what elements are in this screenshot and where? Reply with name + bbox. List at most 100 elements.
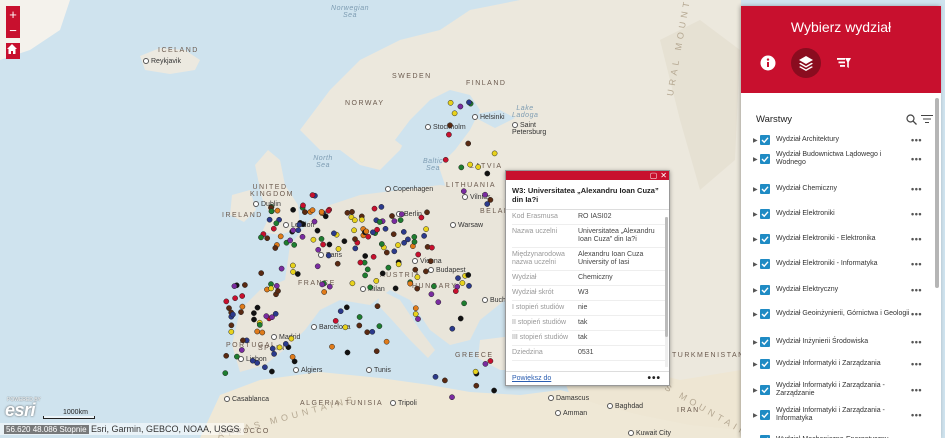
university-marker[interactable]: [226, 305, 232, 311]
layer-checkbox[interactable]: [760, 234, 770, 244]
university-marker[interactable]: [311, 218, 318, 225]
university-marker[interactable]: [447, 99, 454, 106]
search-icon[interactable]: [906, 113, 917, 125]
university-marker[interactable]: [411, 239, 418, 245]
university-marker[interactable]: [359, 216, 365, 223]
university-marker[interactable]: [314, 227, 321, 234]
university-marker[interactable]: [424, 209, 430, 216]
university-marker[interactable]: [329, 343, 335, 350]
university-marker[interactable]: [362, 272, 368, 279]
university-marker[interactable]: [378, 204, 385, 210]
layers-button[interactable]: [791, 48, 821, 78]
university-marker[interactable]: [337, 308, 344, 315]
layer-item[interactable]: ▶ Wydział Elektroniki - Elektronika •••: [741, 232, 936, 246]
university-marker[interactable]: [228, 322, 235, 329]
university-marker[interactable]: [269, 368, 275, 375]
university-marker[interactable]: [334, 260, 341, 267]
university-marker[interactable]: [259, 329, 266, 336]
university-marker[interactable]: [398, 211, 405, 218]
university-marker[interactable]: [239, 293, 246, 299]
expand-arrow-icon[interactable]: ▶: [753, 156, 760, 163]
university-marker[interactable]: [326, 283, 333, 290]
expand-arrow-icon[interactable]: ▶: [753, 412, 760, 419]
university-marker[interactable]: [491, 387, 497, 394]
university-marker[interactable]: [423, 226, 429, 232]
layer-options-button[interactable]: •••: [911, 337, 922, 347]
university-marker[interactable]: [364, 266, 371, 273]
attribution-bar[interactable]: 56.620 48.086 Stopnie Esri, Garmin, GEBC…: [0, 423, 244, 435]
university-marker[interactable]: [290, 206, 296, 213]
expand-arrow-icon[interactable]: ▶: [753, 211, 760, 218]
university-marker[interactable]: [300, 202, 306, 209]
layer-item[interactable]: ▶ Wydział Elektroniki •••: [741, 207, 936, 221]
university-marker[interactable]: [447, 122, 453, 129]
university-marker[interactable]: [411, 234, 418, 240]
layer-item[interactable]: ▶ Wydział Budownictwa Lądowego i Wodnego •…: [741, 151, 936, 167]
university-marker[interactable]: [240, 337, 246, 344]
layer-item[interactable]: ▶ Wydział Elektryczny •••: [741, 283, 936, 297]
university-marker[interactable]: [239, 303, 246, 310]
university-marker[interactable]: [232, 295, 238, 302]
university-marker[interactable]: [222, 370, 229, 376]
university-marker[interactable]: [264, 235, 271, 242]
university-marker[interactable]: [302, 209, 308, 215]
university-marker[interactable]: [344, 209, 351, 216]
university-marker[interactable]: [291, 242, 298, 248]
university-marker[interactable]: [452, 288, 459, 294]
university-marker[interactable]: [352, 245, 359, 252]
panel-scrollbar[interactable]: [935, 98, 939, 438]
university-marker[interactable]: [487, 358, 494, 364]
university-marker[interactable]: [412, 266, 419, 273]
university-marker[interactable]: [392, 285, 399, 292]
university-marker[interactable]: [412, 305, 419, 312]
popup-scrollbar[interactable]: [665, 217, 668, 367]
university-marker[interactable]: [249, 357, 256, 364]
university-marker[interactable]: [273, 220, 280, 227]
university-marker[interactable]: [228, 328, 235, 335]
university-marker[interactable]: [349, 209, 355, 215]
expand-arrow-icon[interactable]: ▶: [753, 236, 760, 243]
university-marker[interactable]: [362, 253, 369, 259]
university-marker[interactable]: [400, 229, 407, 235]
university-marker[interactable]: [332, 318, 339, 324]
layer-options-button[interactable]: •••: [911, 234, 922, 244]
university-marker[interactable]: [288, 335, 295, 342]
university-marker[interactable]: [242, 282, 248, 288]
university-marker[interactable]: [458, 164, 465, 171]
university-marker[interactable]: [276, 344, 283, 351]
university-marker[interactable]: [461, 300, 467, 307]
layer-item[interactable]: ▶ Wydział Elektroniki - Informatyka •••: [741, 257, 936, 271]
university-marker[interactable]: [275, 288, 281, 294]
layer-checkbox[interactable]: [760, 385, 770, 395]
university-marker[interactable]: [294, 271, 301, 277]
university-marker[interactable]: [351, 217, 358, 224]
university-marker[interactable]: [390, 231, 397, 238]
university-marker[interactable]: [256, 322, 263, 328]
university-marker[interactable]: [364, 329, 371, 336]
layer-checkbox[interactable]: [760, 209, 770, 219]
university-marker[interactable]: [352, 236, 358, 242]
university-marker[interactable]: [397, 217, 404, 223]
university-marker[interactable]: [268, 285, 274, 292]
university-marker[interactable]: [270, 225, 277, 232]
university-marker[interactable]: [342, 324, 349, 331]
university-marker[interactable]: [446, 131, 452, 138]
university-marker[interactable]: [325, 207, 332, 214]
layer-item[interactable]: ▶ Wydział Inżynierii Środowiska •••: [741, 335, 936, 349]
university-marker[interactable]: [385, 264, 392, 271]
university-marker[interactable]: [428, 291, 435, 298]
layer-options-button[interactable]: •••: [911, 359, 922, 369]
expand-arrow-icon[interactable]: ▶: [753, 261, 760, 268]
university-marker[interactable]: [389, 213, 395, 219]
university-marker[interactable]: [266, 216, 273, 223]
university-marker[interactable]: [272, 310, 279, 317]
university-marker[interactable]: [429, 244, 435, 251]
university-marker[interactable]: [376, 323, 383, 329]
home-button[interactable]: [6, 43, 20, 59]
university-marker[interactable]: [370, 253, 377, 260]
university-marker[interactable]: [374, 226, 380, 233]
university-marker[interactable]: [466, 283, 472, 289]
university-marker[interactable]: [269, 345, 276, 352]
popup-body[interactable]: Kod Erasmusa RO IASI02 Nazwa uczelni Univer…: [506, 210, 669, 363]
university-marker[interactable]: [289, 354, 296, 360]
